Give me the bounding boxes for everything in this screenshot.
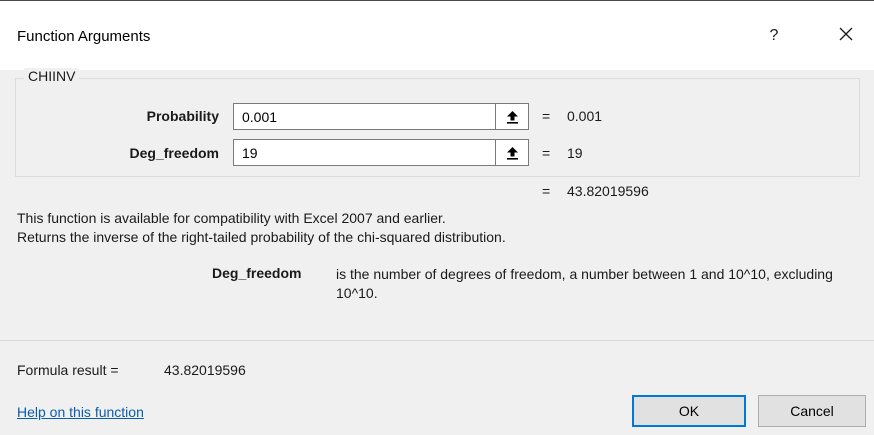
probability-input[interactable]: [233, 103, 495, 130]
argument-help-text: is the number of degrees of freedom, a n…: [336, 266, 833, 301]
function-arguments-dialog: Function Arguments ? CHIINV Probability …: [0, 0, 874, 435]
function-description: Returns the inverse of the right-tailed …: [17, 229, 506, 245]
window-border: [0, 0, 874, 1]
probability-equals: =: [542, 108, 551, 124]
collapse-arrow-icon: [507, 111, 518, 124]
deg-freedom-input[interactable]: [233, 139, 495, 166]
cancel-button[interactable]: Cancel: [758, 395, 866, 427]
deg-freedom-equals: =: [542, 145, 551, 161]
title-bar: Function Arguments ?: [0, 0, 874, 70]
help-button[interactable]: ?: [760, 22, 788, 50]
deg-freedom-collapse-button[interactable]: [495, 139, 529, 166]
probability-collapse-button[interactable]: [495, 103, 529, 130]
deg-freedom-label: Deg_freedom: [129, 145, 219, 161]
close-icon: [839, 27, 853, 41]
ok-button[interactable]: OK: [632, 395, 746, 427]
help-on-function-link[interactable]: Help on this function: [17, 404, 144, 420]
overall-equals: =: [542, 183, 551, 199]
collapse-arrow-icon: [507, 147, 518, 160]
overall-evaluated-value: 43.82019596: [567, 183, 649, 199]
formula-result-label: Formula result =: [17, 362, 119, 378]
probability-label: Probability: [146, 108, 219, 124]
compatibility-note: This function is available for compatibi…: [17, 210, 446, 226]
deg-freedom-evaluated-value: 19: [567, 145, 583, 161]
argument-help-name: Deg_freedom: [212, 265, 302, 281]
divider: [0, 340, 874, 341]
help-icon: ?: [769, 27, 779, 44]
dialog-title: Function Arguments: [17, 28, 151, 45]
function-name-label: CHIINV: [24, 68, 80, 84]
close-button[interactable]: [826, 20, 866, 50]
formula-result-value: 43.82019596: [164, 362, 246, 378]
probability-evaluated-value: 0.001: [567, 108, 603, 124]
